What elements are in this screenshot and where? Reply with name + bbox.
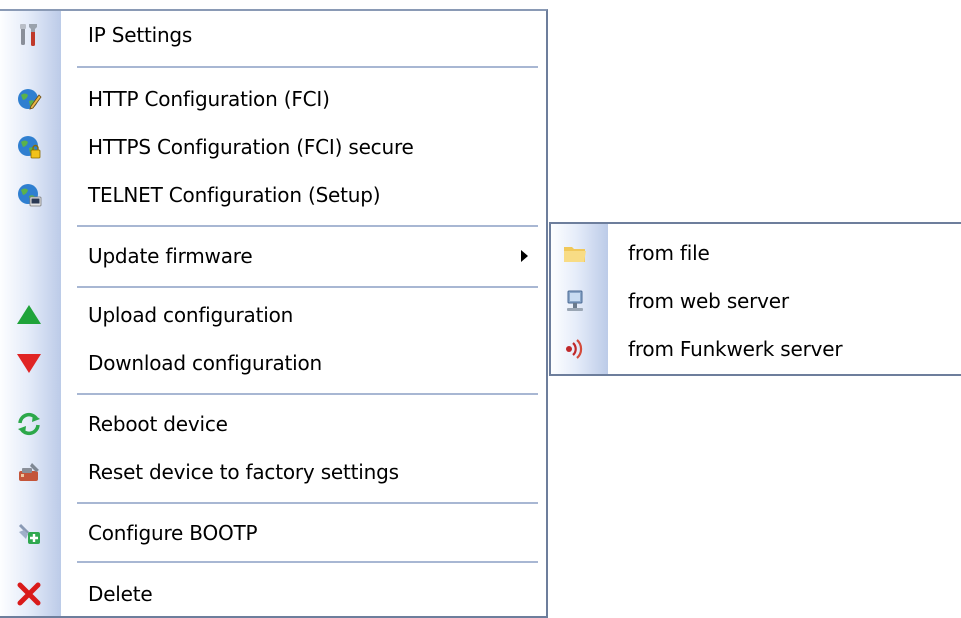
menu-item-label: Reboot device	[88, 412, 228, 436]
menu-item-delete[interactable]: Delete	[0, 571, 546, 617]
menu-item-update-firmware[interactable]: Update firmware	[0, 233, 546, 279]
menu-separator	[77, 561, 538, 563]
submenu-item-from-web-server[interactable]: from web server	[551, 278, 961, 324]
menu-item-label: Delete	[88, 582, 153, 606]
tools-icon	[16, 22, 42, 48]
menu-item-http-configuration[interactable]: HTTP Configuration (FCI)	[0, 76, 546, 122]
globe-pencil-icon	[16, 86, 42, 112]
globe-terminal-icon	[16, 182, 42, 208]
menu-item-label: Reset device to factory settings	[88, 460, 399, 484]
menu-separator	[77, 286, 538, 288]
submenu-arrow-icon	[521, 250, 528, 262]
menu-item-label: Configure BOOTP	[88, 521, 258, 545]
menu-item-label: HTTPS Configuration (FCI) secure	[88, 135, 414, 159]
submenu-item-label: from Funkwerk server	[628, 337, 843, 361]
menu-item-label: Upload configuration	[88, 303, 294, 327]
refresh-arrows-icon	[16, 411, 42, 437]
menu-separator	[77, 502, 538, 504]
red-x-icon	[16, 581, 42, 607]
context-menu: IP Settings HTTP Configuration (FCI) HTT…	[0, 9, 548, 618]
menu-separator	[77, 66, 538, 68]
menu-item-ip-settings[interactable]: IP Settings	[0, 12, 546, 58]
menu-item-label: HTTP Configuration (FCI)	[88, 87, 330, 111]
menu-item-https-configuration[interactable]: HTTPS Configuration (FCI) secure	[0, 124, 546, 170]
menu-item-label: Download configuration	[88, 351, 323, 375]
down-triangle-icon	[16, 350, 42, 376]
menu-item-configure-bootp[interactable]: Configure BOOTP	[0, 510, 546, 556]
up-triangle-icon	[16, 302, 42, 328]
menu-item-upload-configuration[interactable]: Upload configuration	[0, 292, 546, 338]
server-icon	[562, 288, 588, 314]
funkwerk-icon	[562, 336, 588, 362]
folder-icon	[562, 240, 588, 266]
bootp-config-icon	[16, 520, 42, 546]
menu-separator	[77, 393, 538, 395]
factory-reset-icon	[16, 459, 42, 485]
update-firmware-submenu: from file from web server from Funkwerk …	[549, 222, 961, 376]
submenu-item-from-funkwerk-server[interactable]: from Funkwerk server	[551, 326, 961, 372]
menu-separator	[77, 225, 538, 227]
menu-item-label: Update firmware	[88, 244, 253, 268]
submenu-item-label: from web server	[628, 289, 789, 313]
menu-item-reset-factory-settings[interactable]: Reset device to factory settings	[0, 449, 546, 495]
menu-item-reboot-device[interactable]: Reboot device	[0, 401, 546, 447]
menu-item-download-configuration[interactable]: Download configuration	[0, 340, 546, 386]
globe-lock-icon	[16, 134, 42, 160]
submenu-item-from-file[interactable]: from file	[551, 230, 961, 276]
menu-item-telnet-configuration[interactable]: TELNET Configuration (Setup)	[0, 172, 546, 218]
menu-item-label: TELNET Configuration (Setup)	[88, 183, 381, 207]
submenu-item-label: from file	[628, 241, 710, 265]
menu-item-label: IP Settings	[88, 23, 193, 47]
